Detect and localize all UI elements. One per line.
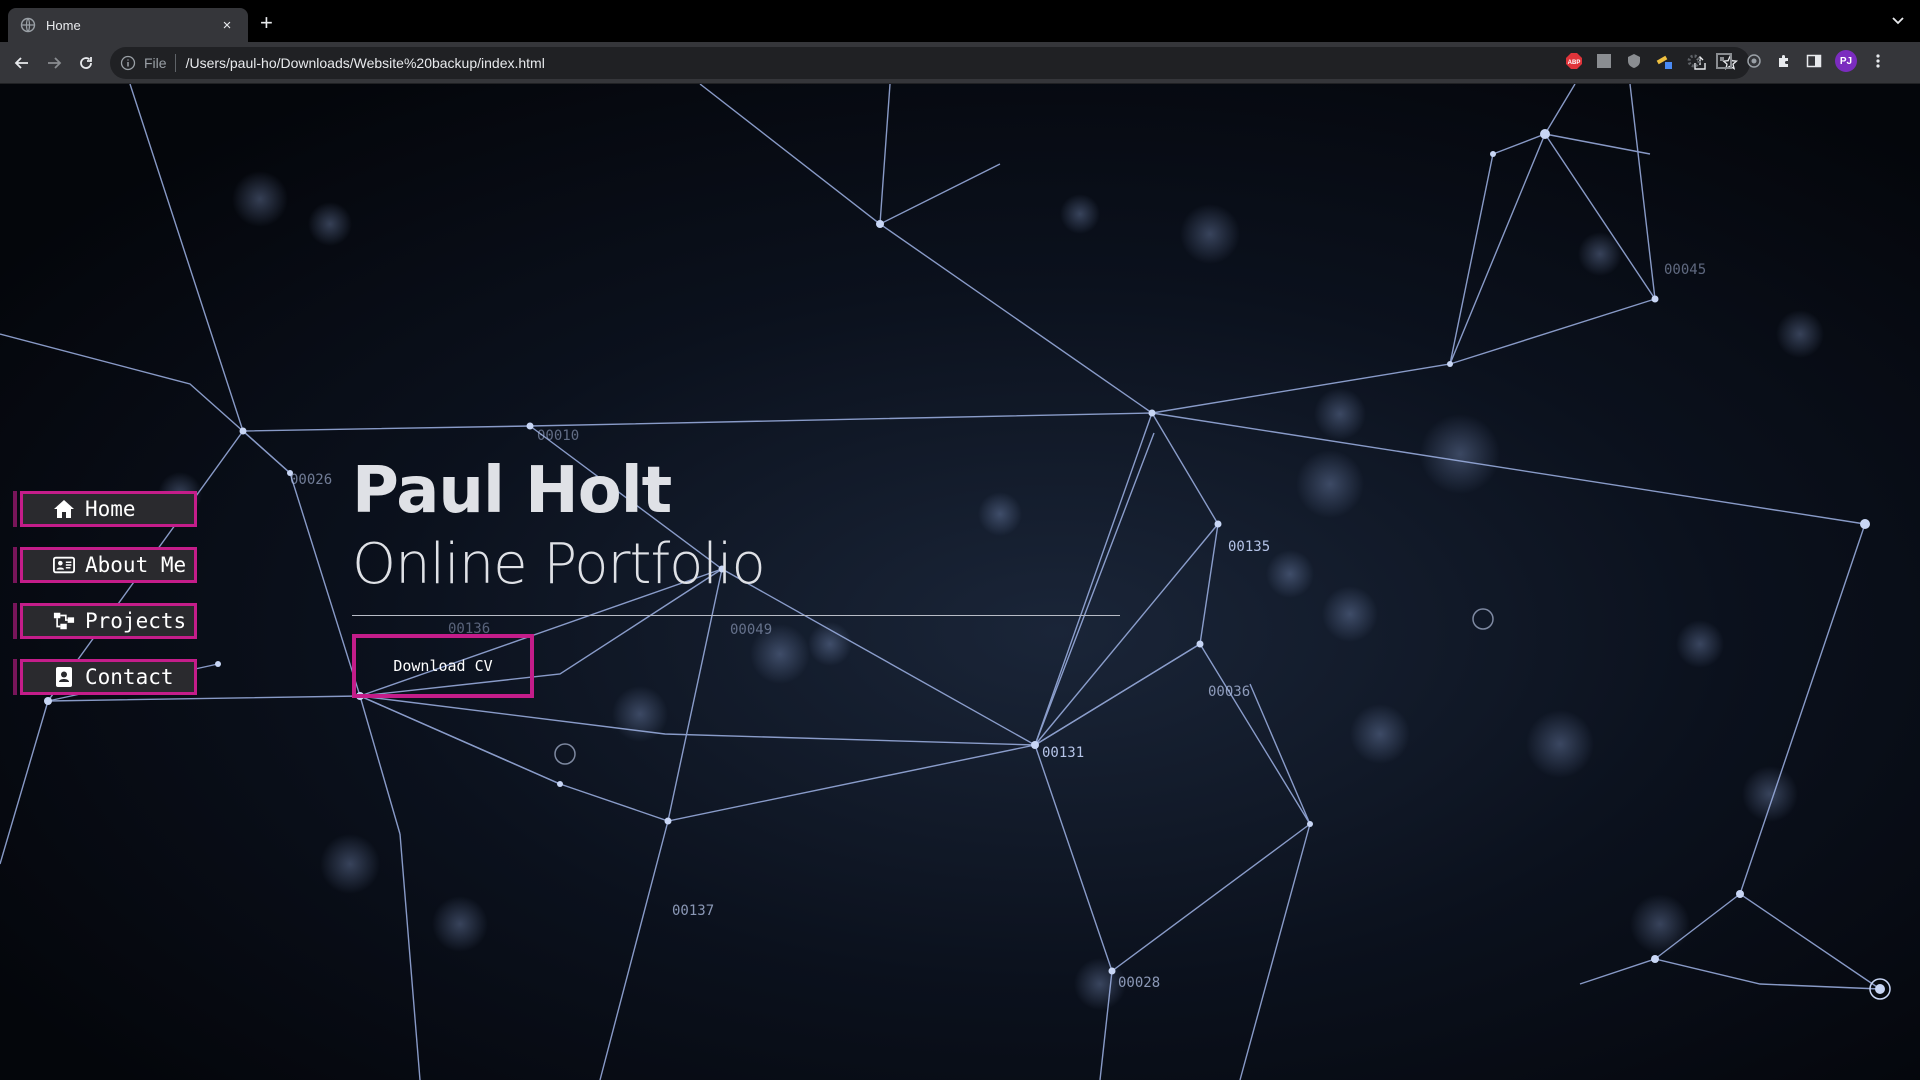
new-tab-button[interactable]: + xyxy=(260,12,273,34)
reload-icon xyxy=(80,57,92,69)
address-bar[interactable]: File /Users/paul-ho/Downloads/Website%20… xyxy=(110,47,1750,79)
extensions-puzzle-icon[interactable] xyxy=(1775,52,1793,70)
tab-title: Home xyxy=(46,17,81,33)
nav-home-label: Home xyxy=(85,497,136,521)
browser-tabstrip: Home × + xyxy=(0,0,1920,42)
sitemap-icon xyxy=(53,610,75,632)
node-label: 00036 xyxy=(1208,684,1250,700)
node-label: 00137 xyxy=(672,903,714,919)
id-card-icon xyxy=(53,554,75,576)
tab-search-chevron-icon[interactable] xyxy=(1890,12,1906,28)
nav-contact-button[interactable]: Contact xyxy=(12,659,198,695)
node-label: 00028 xyxy=(1118,975,1160,991)
reload-button[interactable] xyxy=(76,53,96,73)
extension-puzzle-alt-icon[interactable] xyxy=(1715,52,1733,70)
svg-text:ABP: ABP xyxy=(1568,60,1581,66)
nav-contact-label: Contact xyxy=(85,665,174,689)
nav-projects-button[interactable]: Projects xyxy=(12,603,198,639)
hero-section: Paul Holt Online Portfolio Download CV xyxy=(352,454,1122,698)
profile-avatar[interactable]: PJ xyxy=(1835,50,1857,72)
info-icon[interactable] xyxy=(120,55,136,71)
nav-home-button[interactable]: Home xyxy=(12,491,198,527)
url-text[interactable]: /Users/paul-ho/Downloads/Website%20backu… xyxy=(186,55,545,71)
node-label: 00131 xyxy=(1042,745,1084,761)
nav-about-button[interactable]: About Me xyxy=(12,547,198,583)
node-label: 00010 xyxy=(537,428,579,444)
node-label: 00026 xyxy=(290,472,332,488)
node-label: 00045 xyxy=(1664,262,1706,278)
nav-about-label: About Me xyxy=(85,553,187,577)
globe-icon xyxy=(20,17,36,33)
browser-tab-home[interactable]: Home × xyxy=(8,8,248,42)
side-nav: Home About Me Projects Contact xyxy=(12,491,198,695)
extension-brush-icon[interactable] xyxy=(1655,52,1673,70)
url-scheme: File xyxy=(144,55,167,71)
hero-subtitle: Online Portfolio xyxy=(352,532,766,597)
extension-target-icon[interactable] xyxy=(1745,52,1763,70)
adblock-extension-icon[interactable]: ABP xyxy=(1565,52,1583,70)
back-arrow-icon xyxy=(14,57,28,69)
home-icon xyxy=(53,498,75,520)
url-separator xyxy=(174,54,176,72)
side-panel-icon[interactable] xyxy=(1805,52,1823,70)
browser-menu-icon[interactable] xyxy=(1869,52,1887,70)
extension-gear-icon[interactable] xyxy=(1685,52,1703,70)
forward-button[interactable] xyxy=(44,53,64,73)
download-cv-button[interactable]: Download CV xyxy=(352,634,534,698)
extensions-area: ABP PJ xyxy=(1565,50,1887,72)
address-book-icon xyxy=(53,666,75,688)
nav-projects-label: Projects xyxy=(85,609,187,633)
back-button[interactable] xyxy=(12,53,32,73)
page-viewport: 00135 00131 00036 00049 00137 00028 0002… xyxy=(0,84,1920,1080)
extension-square-icon[interactable] xyxy=(1595,52,1613,70)
hero-title: Paul Holt xyxy=(352,454,672,528)
tab-close-icon[interactable]: × xyxy=(218,17,236,34)
forward-arrow-icon xyxy=(48,57,62,69)
hero-divider xyxy=(352,615,1120,616)
extension-shield-icon[interactable] xyxy=(1625,52,1643,70)
node-label: 00135 xyxy=(1228,539,1270,555)
